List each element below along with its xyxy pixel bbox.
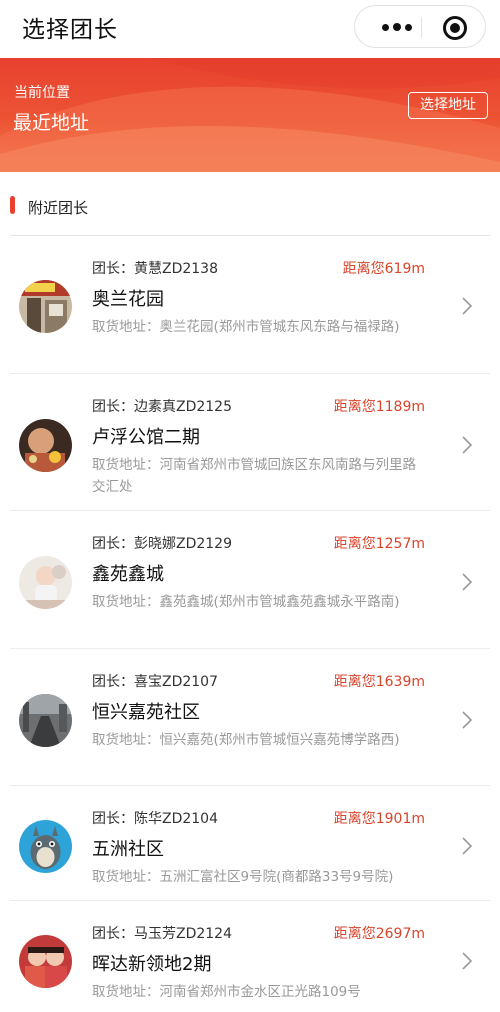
leader-item[interactable]: 团长：喜宝ZD2107 距离您1639m 恒兴嘉苑社区 取货地址：恒兴嘉苑(郑州…: [0, 649, 500, 786]
current-location: 最近地址: [13, 112, 90, 134]
distance-label: 距离您2697m: [333, 926, 425, 942]
pickup-address: 取货地址：河南省郑州市金水区正光路109号: [92, 984, 361, 1000]
mini-program-capsule: [354, 5, 486, 48]
target-close-icon[interactable]: [443, 16, 467, 40]
pickup-address: 取货地址：河南省郑州市管城回族区东风南路与列里路交汇处: [92, 456, 416, 495]
pickup-address: 取货地址：五洲汇富社区9号院(商都路33号9号院): [92, 869, 394, 885]
avatar: [19, 935, 72, 988]
distance-label: 距离您1901m: [333, 811, 425, 827]
pickup-address: 取货地址：鑫苑鑫城(郑州市管城鑫苑鑫城永平路南): [92, 594, 400, 610]
section-accent-bar: [10, 196, 15, 214]
distance-label: 距离您1639m: [333, 673, 425, 690]
distance-label: 距离您1257m: [333, 536, 425, 552]
community-name: 奥兰花园: [92, 289, 164, 310]
chevron-right-icon: [462, 297, 473, 315]
leader-item[interactable]: 团长：陈华ZD2104 距离您1901m 五洲社区 取货地址：五洲汇富社区9号院…: [0, 786, 500, 901]
leader-name: 团长：喜宝ZD2107: [92, 673, 218, 690]
select-address-button[interactable]: 选择地址: [408, 92, 488, 119]
leader-name: 团长：陈华ZD2104: [92, 811, 218, 827]
pickup-address: 取货地址：奥兰花园(郑州市管城东风东路与福禄路): [92, 319, 400, 335]
community-name: 卢浮公馆二期: [92, 426, 200, 448]
community-name: 晖达新领地2期: [92, 954, 212, 975]
avatar: [19, 418, 72, 472]
nav-bar: 选择团长: [0, 0, 500, 56]
section-header: 附近团长: [0, 190, 500, 224]
leader-list: 团长：黄慧ZD2138 距离您619m 奥兰花园 取货地址：奥兰花园(郑州市管城…: [0, 236, 500, 1012]
location-caption: 当前位置: [14, 85, 70, 101]
chevron-right-icon: [462, 837, 473, 855]
chevron-right-icon: [462, 710, 473, 729]
location-banner: 当前位置 最近地址 选择地址: [0, 58, 500, 172]
leader-name: 团长：边素真ZD2125: [92, 398, 232, 415]
pickup-address: 取货地址：恒兴嘉苑(郑州市管城恒兴嘉苑博学路西): [92, 731, 400, 748]
chevron-right-icon: [462, 573, 473, 591]
leader-item[interactable]: 团长：马玉芳ZD2124 距离您2697m 晖达新领地2期 取货地址：河南省郑州…: [0, 901, 500, 1012]
leader-name: 团长：黄慧ZD2138: [92, 261, 218, 277]
avatar: [19, 693, 72, 747]
community-name: 五洲社区: [92, 839, 164, 860]
chevron-right-icon: [462, 952, 473, 970]
leader-name: 团长：彭晓娜ZD2129: [92, 536, 232, 552]
capsule-divider: [421, 17, 422, 38]
leader-item[interactable]: 团长：边素真ZD2125 距离您1189m 卢浮公馆二期 取货地址：河南省郑州市…: [0, 374, 500, 511]
avatar: [19, 820, 72, 873]
community-name: 恒兴嘉苑社区: [92, 701, 200, 723]
chevron-right-icon: [462, 435, 473, 454]
avatar: [19, 556, 72, 609]
community-name: 鑫苑鑫城: [92, 564, 164, 585]
section-title: 附近团长: [28, 199, 89, 217]
more-dots-icon[interactable]: [373, 15, 421, 39]
avatar: [19, 280, 72, 333]
leader-name: 团长：马玉芳ZD2124: [92, 926, 232, 942]
leader-item[interactable]: 团长：彭晓娜ZD2129 距离您1257m 鑫苑鑫城 取货地址：鑫苑鑫城(郑州市…: [0, 511, 500, 649]
distance-label: 距离您619m: [342, 261, 425, 277]
distance-label: 距离您1189m: [333, 398, 425, 415]
leader-item[interactable]: 团长：黄慧ZD2138 距离您619m 奥兰花园 取货地址：奥兰花园(郑州市管城…: [0, 236, 500, 374]
page-title: 选择团长: [22, 17, 118, 43]
